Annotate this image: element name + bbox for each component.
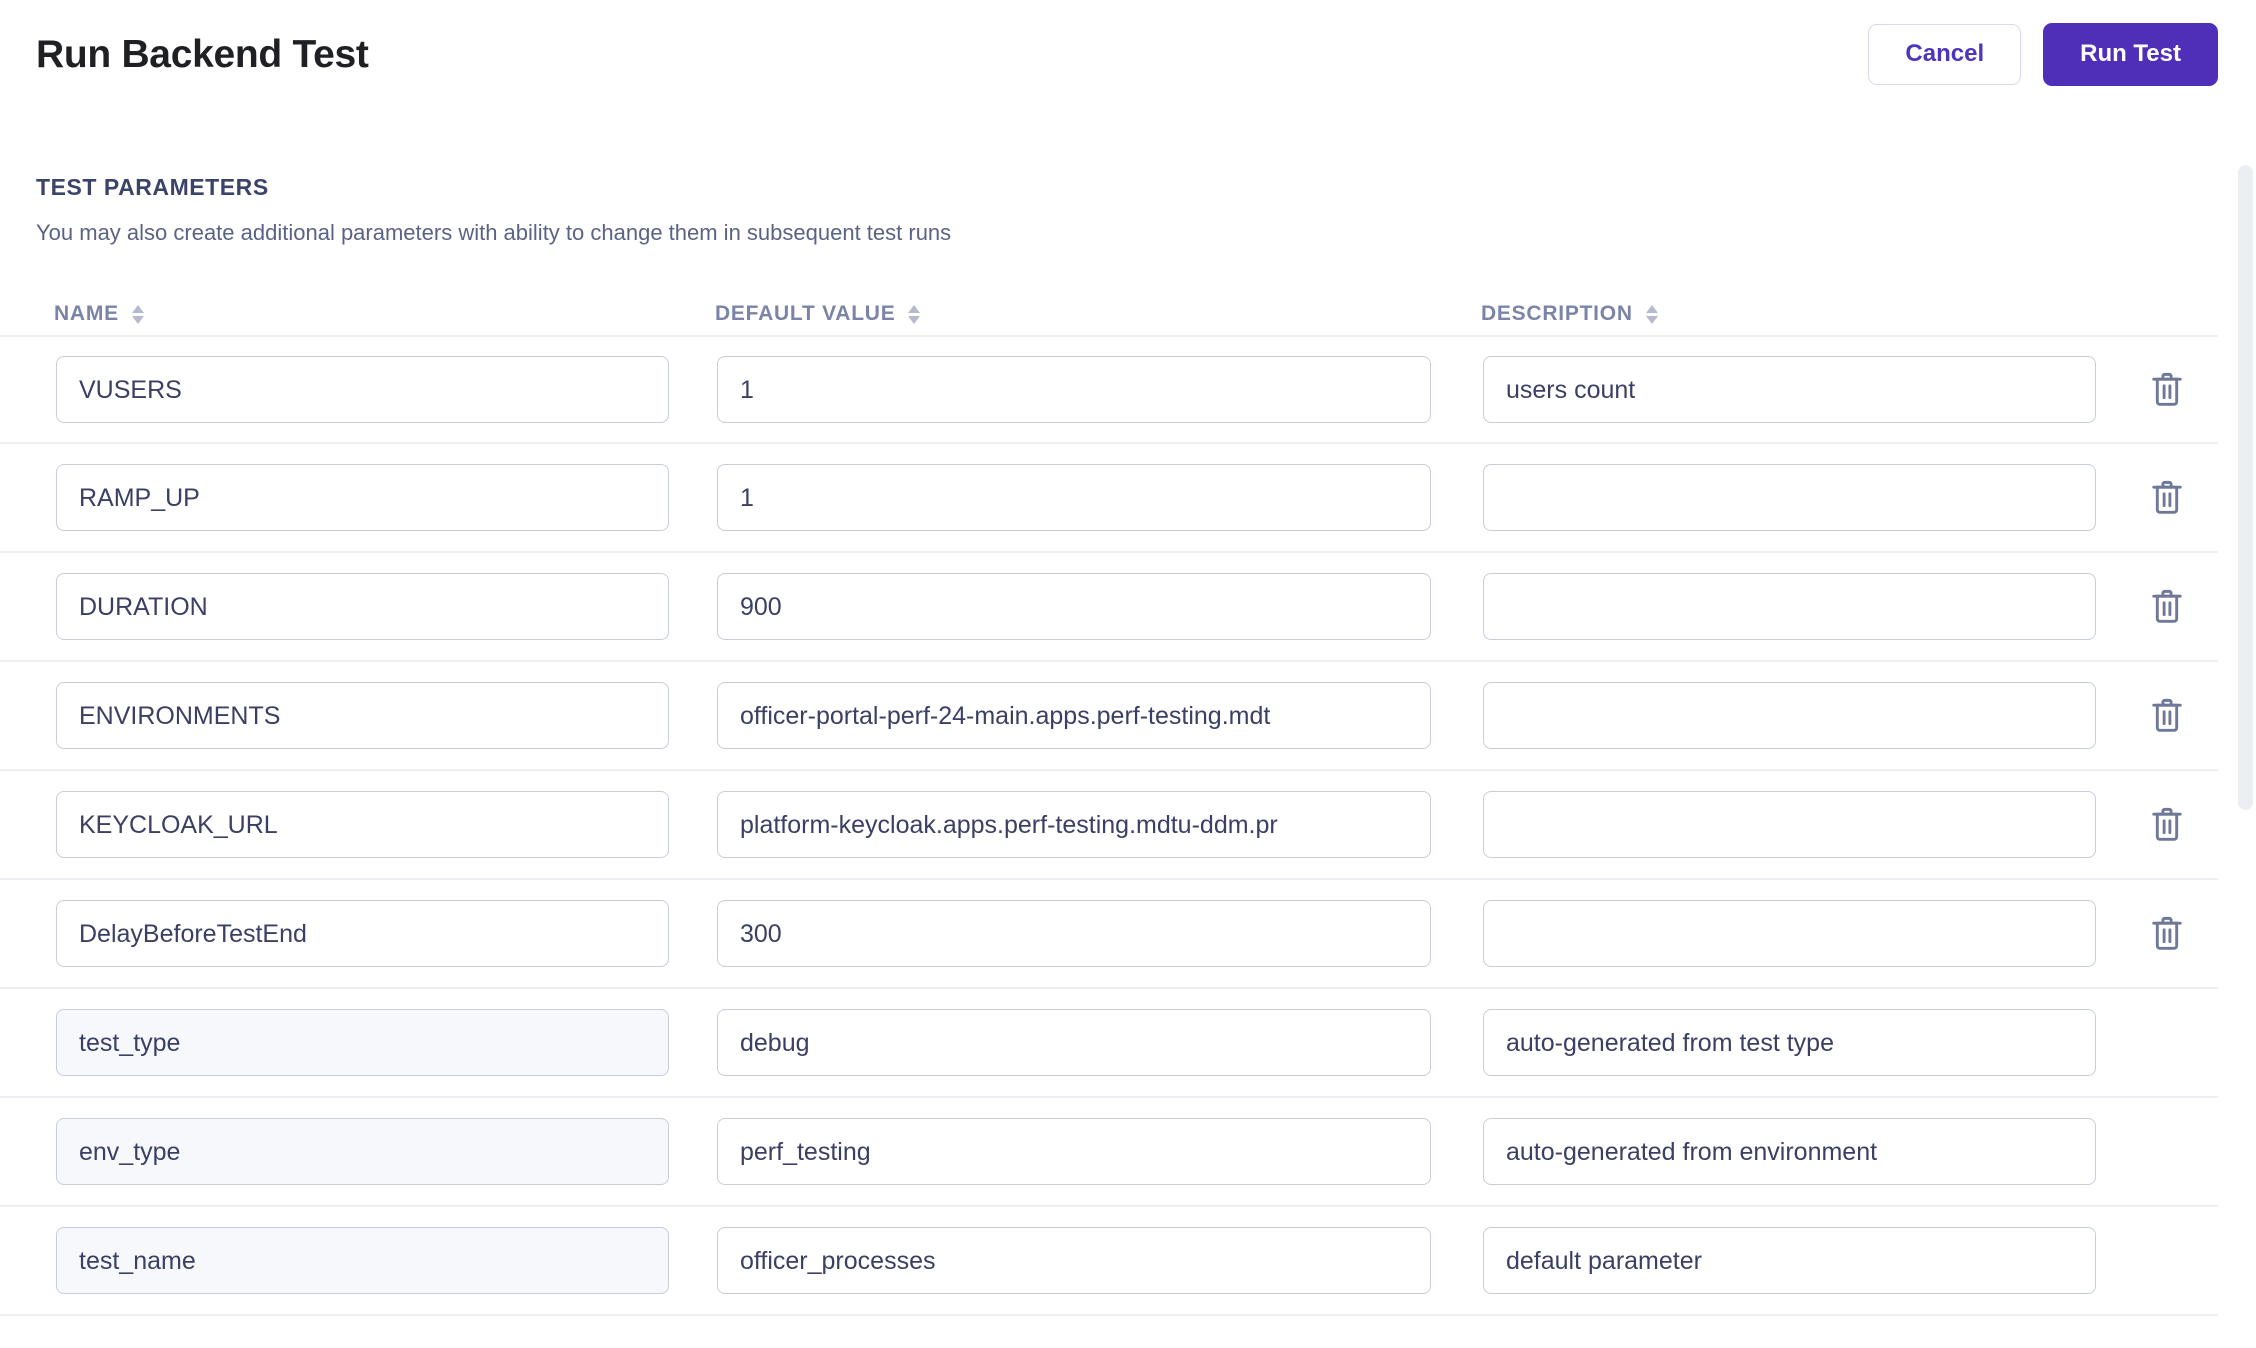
table-row: test_type debug auto-generated from test t… [0,989,2218,1098]
cell-description: auto-generated from test type [1483,1008,2096,1076]
cell-actions [2096,914,2218,952]
cell-default-value: 1 [717,355,1483,423]
column-header-default-value-label: DEFAULT VALUE [715,302,896,325]
sort-arrows-icon[interactable] [1645,305,1658,324]
sort-arrows-icon[interactable] [908,305,921,324]
parameter-name-input: env_type [56,1117,669,1185]
parameter-name-input[interactable]: ENVIRONMENTS [56,681,669,749]
parameter-default-value-input[interactable]: 900 [717,572,1431,640]
table-row: RAMP_UP 1 [0,444,2218,553]
cell-name: KEYCLOAK_URL [56,790,717,858]
cell-description [1483,572,2096,640]
parameter-default-value-input[interactable]: perf_testing [717,1117,1431,1185]
section-subtitle: You may also create additional parameter… [36,220,952,245]
column-header-description-label: DESCRIPTION [1481,302,1633,325]
parameter-description-input[interactable]: auto-generated from test type [1483,1008,2096,1076]
trash-icon[interactable] [2150,696,2184,734]
trash-icon[interactable] [2150,805,2184,843]
parameter-description-input[interactable]: default parameter [1483,1226,2096,1294]
trash-icon[interactable] [2150,478,2184,516]
vertical-scrollbar[interactable] [2234,108,2256,1348]
cell-description: users count [1483,355,2096,423]
cell-description: auto-generated from environment [1483,1117,2096,1185]
parameter-description-input[interactable] [1483,790,2096,858]
parameter-default-value-input[interactable]: 300 [717,899,1431,967]
cell-name: RAMP_UP [56,463,717,531]
cancel-button[interactable]: Cancel [1868,23,2022,85]
page-title: Run Backend Test [36,32,369,76]
column-header-name[interactable]: NAME [54,303,715,324]
cell-name: ENVIRONMENTS [56,681,717,749]
parameter-default-value-input[interactable]: platform-keycloak.apps.perf-testing.mdtu… [717,790,1431,858]
parameter-description-input[interactable] [1483,899,2096,967]
cell-actions [2096,478,2218,516]
cell-name: DURATION [56,572,717,640]
cell-description [1483,463,2096,531]
page-header: Run Backend Test Cancel Run Test [0,0,2256,108]
cell-description [1483,790,2096,858]
test-parameters-section: TEST PARAMETERS You may also create addi… [0,108,2256,1316]
cell-name: VUSERS [56,355,717,423]
parameter-description-input[interactable] [1483,463,2096,531]
parameter-name-input: test_name [56,1226,669,1294]
table-row: test_name officer_processes default parame… [0,1207,2218,1316]
column-header-description[interactable]: DESCRIPTION [1481,303,2256,324]
section-title: TEST PARAMETERS [36,174,269,200]
vertical-scroll-thumb[interactable] [2238,165,2253,810]
parameter-default-value-input[interactable]: officer_processes [717,1226,1431,1294]
table-row: DelayBeforeTestEnd 300 [0,880,2218,989]
column-header-default-value[interactable]: DEFAULT VALUE [715,303,1481,324]
table-row: DURATION 900 [0,553,2218,662]
parameter-name-input[interactable]: DelayBeforeTestEnd [56,899,669,967]
cell-default-value: 300 [717,899,1483,967]
cell-description [1483,899,2096,967]
trash-icon[interactable] [2150,370,2184,408]
cell-default-value: debug [717,1008,1483,1076]
table-header-row: NAME DEFAULT VALUE DESCRIPTION [0,293,2256,335]
parameter-default-value-input[interactable]: officer-portal-perf-24-main.apps.perf-te… [717,681,1431,749]
parameter-name-input[interactable]: KEYCLOAK_URL [56,790,669,858]
parameter-default-value-input[interactable]: debug [717,1008,1431,1076]
parameter-name-input[interactable]: VUSERS [56,355,669,423]
parameter-name-input[interactable]: DURATION [56,572,669,640]
parameter-description-input[interactable]: auto-generated from environment [1483,1117,2096,1185]
cell-default-value: 900 [717,572,1483,640]
cell-actions [2096,696,2218,734]
parameter-default-value-input[interactable]: 1 [717,463,1431,531]
cell-name: DelayBeforeTestEnd [56,899,717,967]
parameter-name-input: test_type [56,1008,669,1076]
cell-default-value: officer_processes [717,1226,1483,1294]
trash-icon[interactable] [2150,587,2184,625]
run-test-button[interactable]: Run Test [2043,22,2218,86]
parameter-default-value-input[interactable]: 1 [717,355,1431,423]
cell-name: env_type [56,1117,717,1185]
cell-actions [2096,370,2218,408]
table-row: VUSERS 1 users count [0,334,2218,444]
table-row: KEYCLOAK_URL platform-keycloak.apps.perf-… [0,771,2218,880]
cell-default-value: platform-keycloak.apps.perf-testing.mdtu… [717,790,1483,858]
parameter-name-input[interactable]: RAMP_UP [56,463,669,531]
table-row: env_type perf_testing auto-generated from … [0,1098,2218,1207]
column-header-name-label: NAME [54,302,119,325]
parameters-table: NAME DEFAULT VALUE DESCRIPTION VUSERS 1 us… [0,293,2256,1316]
run-backend-test-page: Run Backend Test Cancel Run Test TEST PA… [0,0,2256,1348]
trash-icon[interactable] [2150,914,2184,952]
parameter-description-input[interactable] [1483,572,2096,640]
cell-actions [2096,587,2218,625]
cell-default-value: 1 [717,463,1483,531]
cell-description: default parameter [1483,1226,2096,1294]
parameter-description-input[interactable]: users count [1483,355,2096,423]
cell-name: test_name [56,1226,717,1294]
parameter-description-input[interactable] [1483,681,2096,749]
cell-default-value: officer-portal-perf-24-main.apps.perf-te… [717,681,1483,749]
cell-name: test_type [56,1008,717,1076]
cell-actions [2096,805,2218,843]
header-actions: Cancel Run Test [1868,22,2218,86]
table-body: VUSERS 1 users count RAMP_UP 1 DURATION 900 ENV… [0,334,2256,1316]
table-row: ENVIRONMENTS officer-portal-perf-24-main.… [0,662,2218,771]
sort-arrows-icon[interactable] [131,305,144,324]
cell-description [1483,681,2096,749]
cell-default-value: perf_testing [717,1117,1483,1185]
